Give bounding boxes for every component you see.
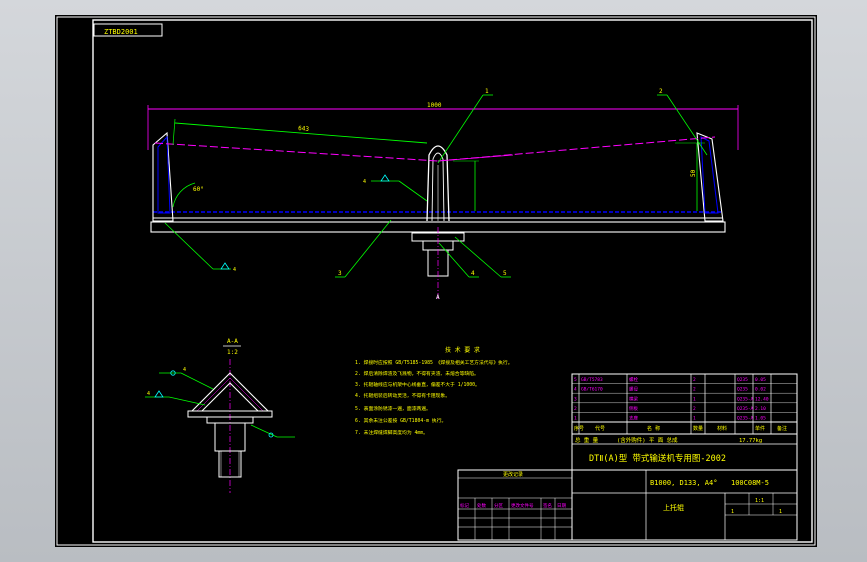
parts-cell-name: 侧板 xyxy=(629,405,638,412)
project-title: DTⅡ(A)型 带式输送机专用图-2002 xyxy=(589,453,726,464)
note-line: 7. 未注焊缝焊脚高度均为 4mm。 xyxy=(355,429,428,436)
weld-mark-main-left: 4 xyxy=(233,267,236,273)
dim-slope-text: 643 xyxy=(298,125,310,133)
parts-cell-no: 5 xyxy=(574,377,577,383)
parts-cell-no: 4 xyxy=(574,387,577,393)
note-line: 2. 焊后清除焊渣及飞溅物，不得有夹渣、未熔合等缺陷。 xyxy=(355,370,479,377)
balloon-4: 4 xyxy=(471,270,475,277)
section-view: A-A 1:2 4 4 xyxy=(145,338,295,493)
mass-row-right: 17.77kg xyxy=(739,438,762,444)
title-block: 总 重 量 (含外购件) 平 面 总成 17.77kg DTⅡ(A)型 带式输送… xyxy=(457,433,798,541)
parts-header-cell: 数量 xyxy=(693,425,703,432)
parts-cell-mass: 0.05 xyxy=(755,377,766,383)
parts-header-cell: 备注 xyxy=(777,425,787,432)
note-line: 5. 表面涂防锈漆一遍，面漆两遍。 xyxy=(355,405,431,412)
balloon-3: 3 xyxy=(338,270,342,277)
drawing-number: 100C08M-5 xyxy=(731,479,769,487)
sheet-text: 1 xyxy=(731,509,734,515)
parts-header-cell: 材料 xyxy=(717,425,727,432)
note-line: 6. 其余未注公差按 GB/T1804-m 执行。 xyxy=(355,417,446,424)
mass-row-mid: (含外购件) 平 面 总成 xyxy=(617,436,678,444)
parts-cell-name: 螺母 xyxy=(629,386,638,393)
view-mark-A: A xyxy=(436,294,440,301)
angle-text: 60° xyxy=(193,186,204,193)
parts-cell-mass: 2.10 xyxy=(755,406,766,412)
revision-header: 标记 xyxy=(460,502,469,509)
note-line: 1. 焊接时应按照 GB/T5185-1985 《焊接及相关工艺方法代号》执行。 xyxy=(355,359,513,366)
parts-cell-material: Q235-A xyxy=(737,416,754,422)
weld-mark-main-center: 4 xyxy=(363,179,366,185)
parts-cell-name: 螺栓 xyxy=(629,376,638,383)
section-label-bottom: 1:2 xyxy=(227,349,238,356)
revision-header: 签名 xyxy=(543,502,552,509)
section-label-top: A-A xyxy=(227,338,238,345)
parts-cell-no: 3 xyxy=(574,396,577,402)
parts-cell-material: Q235-A xyxy=(737,396,754,402)
outer-frame xyxy=(56,16,816,546)
revision-header: 更改文件号 xyxy=(511,502,534,509)
dim-overall-text: 1000 xyxy=(427,102,442,109)
parts-cell-name: 横梁 xyxy=(629,395,638,402)
parts-cell-no: 2 xyxy=(574,406,577,412)
balloon-1: 1 xyxy=(485,88,489,95)
note-line: 4. 托辊组装后转动灵活，不得有卡阻现象。 xyxy=(355,392,450,399)
weld-mark-section-2: 4 xyxy=(147,391,150,397)
balloon-5: 5 xyxy=(503,270,507,277)
mass-row-left: 总 重 量 xyxy=(575,436,599,444)
drawing-canvas[interactable]: ZTBD2001 1000 A 643 50 60° 1 2 3 4 5 4 4… xyxy=(55,15,817,547)
parts-cell-material: Q235 xyxy=(737,387,748,393)
part-name: 上托辊 xyxy=(663,503,684,512)
parts-cell-mass: 12.40 xyxy=(755,396,769,402)
parts-cell-code: GB/T5783 xyxy=(581,377,603,383)
parts-list: 5 GB/T5783 螺栓 2 Q235 0.05 4 GB/T6170 螺母 2 Q235 0.02… xyxy=(571,373,798,435)
note-line: 3. 托辊轴线应与机架中心线垂直，偏差不大于 1/1000。 xyxy=(355,381,480,388)
revision-header: 日期 xyxy=(557,503,566,509)
parts-cell-material: Q235-A xyxy=(737,406,754,412)
parts-cell-mass: 1.05 xyxy=(755,416,766,422)
parts-header-cell: 代号 xyxy=(595,425,605,432)
notes-title: 技 术 要 求 xyxy=(445,346,480,354)
parts-cell-qty: 2 xyxy=(693,406,696,412)
parts-cell-qty: 2 xyxy=(693,387,696,393)
cad-viewport[interactable]: ZTBD2001 1000 A 643 50 60° 1 2 3 4 5 4 4… xyxy=(0,0,867,562)
parts-cell-qty: 1 xyxy=(693,396,696,402)
parts-header-cell: 序号 xyxy=(574,425,584,432)
drawing-sheet[interactable]: ZTBD2001 1000 A 643 50 60° 1 2 3 4 5 4 4… xyxy=(55,15,817,547)
balloon-2: 2 xyxy=(659,88,663,95)
weld-mark-section-1: 4 xyxy=(183,367,186,373)
revision-header: 分区 xyxy=(494,502,503,509)
parts-cell-qty: 2 xyxy=(693,377,696,383)
main-view: 1000 A 643 50 60° 1 2 3 4 5 4 4 xyxy=(147,88,739,301)
parts-cell-name: 支座 xyxy=(629,415,638,422)
dim-height-text: 50 xyxy=(690,169,697,177)
revision-title: 更改记录 xyxy=(503,471,523,478)
parts-cell-qty: 1 xyxy=(693,416,696,422)
axis-left xyxy=(154,142,439,162)
parts-header-cell: 名 称 xyxy=(647,425,660,432)
parts-cell-code: GB/T6170 xyxy=(581,387,603,393)
scale-text: 1:1 xyxy=(755,498,764,504)
code-box-text: ZTBD2001 xyxy=(104,28,138,36)
parts-cell-mass: 0.02 xyxy=(755,387,766,393)
parts-cell-material: Q235 xyxy=(737,377,748,383)
technical-notes: 技 术 要 求 1. 焊接时应按照 GB/T5185-1985 《焊接及相关工艺… xyxy=(355,346,513,436)
spec-text: B1000, D133, A4° xyxy=(650,479,717,487)
parts-header-cell: 单件 xyxy=(755,425,765,432)
angle-arc xyxy=(172,182,196,208)
parts-cell-no: 1 xyxy=(574,416,577,422)
revision-header: 处数 xyxy=(477,502,486,509)
sheets-text: 1 xyxy=(779,509,782,515)
